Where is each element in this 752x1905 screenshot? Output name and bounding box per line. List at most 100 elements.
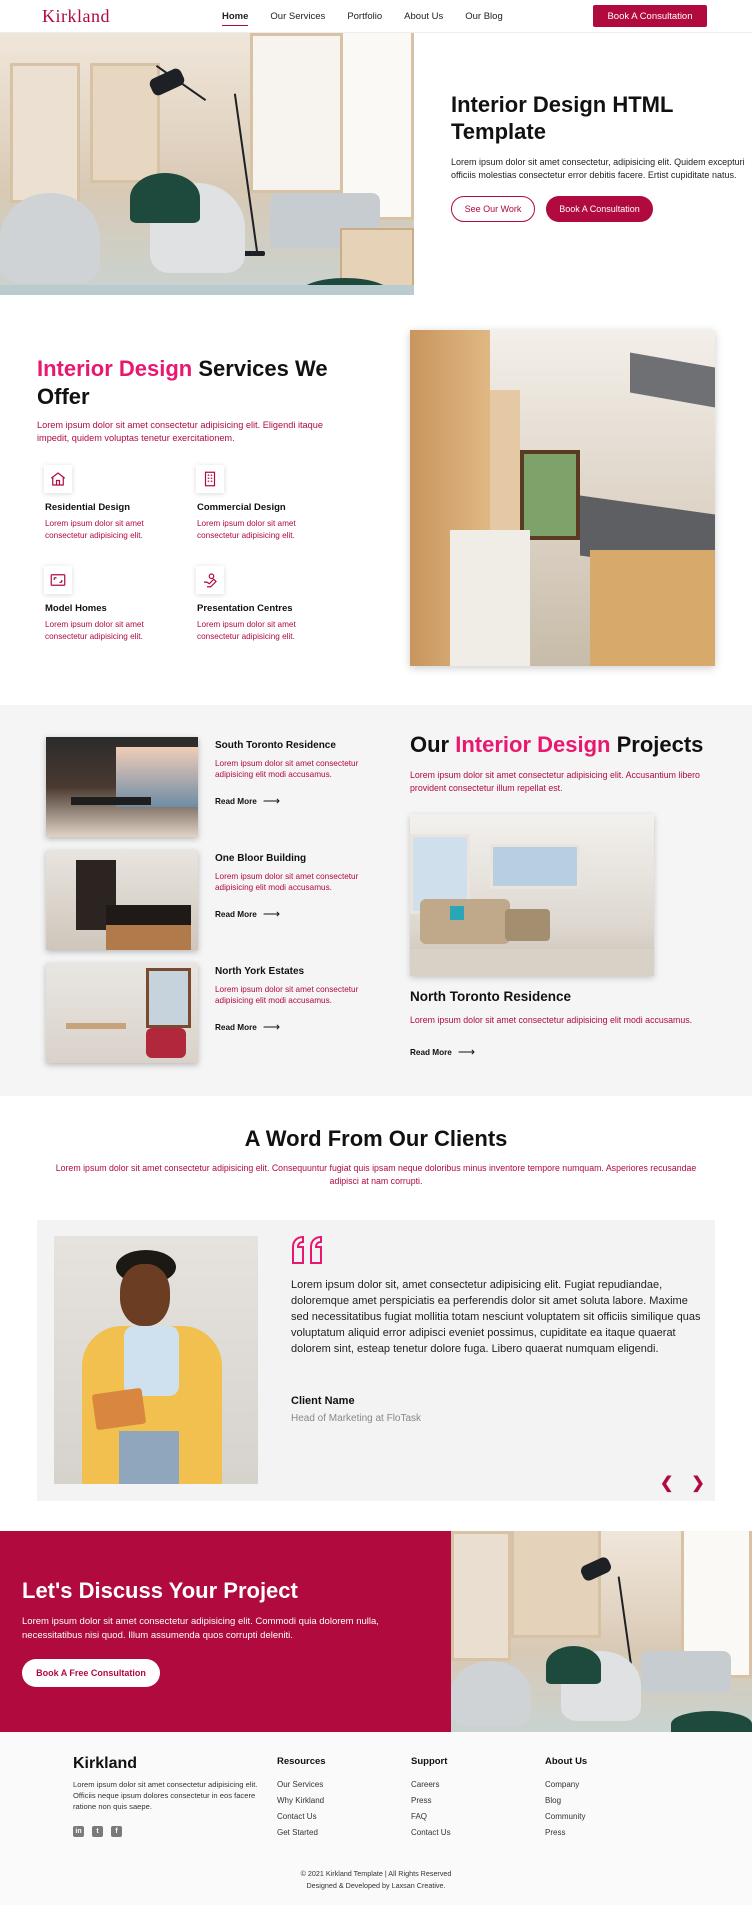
frame-icon (44, 566, 72, 594)
footer-link[interactable]: Company (545, 1777, 587, 1793)
free-consultation-button[interactable]: Book A Free Consultation (22, 1659, 160, 1687)
facebook-icon[interactable]: f (111, 1826, 122, 1837)
read-more-label: Read More (215, 796, 257, 806)
service-text: Lorem ipsum dolor sit amet consectetur a… (197, 519, 296, 540)
footer-link[interactable]: Contact Us (277, 1809, 326, 1825)
site-footer: Kirkland Lorem ipsum dolor sit amet cons… (0, 1732, 752, 1905)
project-image (46, 737, 198, 837)
client-name: Client Name (291, 1395, 355, 1407)
social-links: in t f (73, 1826, 122, 1837)
hero-book-consultation-button[interactable]: Book A Consultation (546, 196, 653, 222)
linkedin-icon[interactable]: in (73, 1826, 84, 1837)
project-card[interactable]: One Bloor Building Lorem ipsum dolor sit… (46, 850, 358, 950)
twitter-icon[interactable]: t (92, 1826, 103, 1837)
project-image (46, 850, 198, 950)
book-consultation-button[interactable]: Book A Consultation (593, 5, 707, 27)
footer-link[interactable]: FAQ (411, 1809, 451, 1825)
hero-image (0, 33, 414, 295)
read-more-label: Read More (215, 1022, 257, 1032)
read-more-link[interactable]: Read More ⟶ (215, 794, 375, 808)
footer-link[interactable]: Blog (545, 1793, 587, 1809)
main-nav: Home Our Services Portfolio About Us Our… (222, 0, 525, 33)
client-role: Head of Marketing at FloTask (291, 1413, 422, 1424)
footer-col-resources: Resources Our Services Why Kirkland Cont… (277, 1756, 326, 1841)
chevron-left-icon[interactable]: ❮ (660, 1473, 673, 1493)
copyright-text: © 2021 Kirkland Template | All Rights Re… (300, 1869, 452, 1878)
site-header: Kirkland Home Our Services Portfolio Abo… (0, 0, 752, 33)
footer-link[interactable]: Careers (411, 1777, 451, 1793)
logo[interactable]: Kirkland (42, 6, 110, 26)
services-title: Interior Design Services We Offer (37, 355, 337, 411)
footer-link[interactable]: Our Services (277, 1777, 326, 1793)
service-text: Lorem ipsum dolor sit amet consectetur a… (197, 620, 296, 641)
footer-col-support: Support Careers Press FAQ Contact Us (411, 1756, 451, 1841)
service-commercial[interactable]: Commercial Design Lorem ipsum dolor sit … (196, 465, 337, 542)
read-more-label: Read More (410, 1047, 452, 1057)
nav-portfolio[interactable]: Portfolio (347, 0, 382, 33)
hero-section: Interior Design HTML Template Lorem ipsu… (0, 33, 752, 295)
services-grid: Residential Design Lorem ipsum dolor sit… (44, 465, 345, 645)
testimonial-card: Lorem ipsum dolor sit, amet consectetur … (37, 1220, 715, 1501)
testimonials-title: A Word From Our Clients (244, 1126, 508, 1151)
footer-link[interactable]: Why Kirkland (277, 1793, 326, 1809)
featured-project-text: Lorem ipsum dolor sit amet consectetur a… (410, 1015, 693, 1025)
testimonial-quote: Lorem ipsum dolor sit, amet consectetur … (291, 1279, 701, 1355)
hero-title: Interior Design HTML Template (451, 92, 674, 144)
chevron-right-icon[interactable]: ❯ (691, 1473, 704, 1493)
services-section: Interior Design Services We Offer Lorem … (0, 295, 752, 705)
footer-col-title: About Us (545, 1756, 588, 1767)
project-image (46, 963, 198, 1063)
services-desc: Lorem ipsum dolor sit amet consectetur a… (37, 420, 323, 443)
service-title: Commercial Design (197, 502, 286, 513)
nav-home[interactable]: Home (222, 0, 249, 33)
projects-desc: Lorem ipsum dolor sit amet consectetur a… (410, 770, 700, 793)
credit-text: Designed & Developed by Laxsan Creative. (306, 1881, 446, 1890)
footer-link[interactable]: Press (545, 1825, 587, 1841)
footer-link[interactable]: Press (411, 1793, 451, 1809)
footer-link[interactable]: Get Started (277, 1825, 326, 1841)
project-text: Lorem ipsum dolor sit amet consectetur a… (215, 985, 359, 1005)
featured-read-more-link[interactable]: Read More ⟶ (410, 1045, 475, 1059)
featured-project-title: North Toronto Residence (410, 989, 572, 1004)
project-title: North York Estates (215, 966, 305, 977)
presentation-hand-icon (196, 566, 224, 594)
featured-project-image[interactable] (410, 814, 654, 976)
footer-link[interactable]: Contact Us (411, 1825, 451, 1841)
cta-text: Lorem ipsum dolor sit amet consectetur a… (22, 1616, 379, 1641)
arrow-right-icon: ⟶ (262, 907, 281, 921)
project-text: Lorem ipsum dolor sit amet consectetur a… (215, 759, 359, 779)
read-more-link[interactable]: Read More ⟶ (215, 1020, 375, 1034)
nav-about-us[interactable]: About Us (404, 0, 443, 33)
service-title: Residential Design (45, 502, 130, 513)
service-residential[interactable]: Residential Design Lorem ipsum dolor sit… (44, 465, 185, 542)
footer-link[interactable]: Community (545, 1809, 587, 1825)
projects-title-post: Projects (610, 732, 704, 757)
read-more-label: Read More (215, 909, 257, 919)
service-presentation[interactable]: Presentation Centres Lorem ipsum dolor s… (196, 566, 337, 643)
footer-desc: Lorem ipsum dolor sit amet consectetur a… (73, 1780, 258, 1811)
client-photo (54, 1236, 258, 1484)
projects-title-highlight: Interior Design (455, 732, 611, 757)
cta-panel: Let's Discuss Your Project Lorem ipsum d… (0, 1531, 451, 1732)
read-more-link[interactable]: Read More ⟶ (215, 907, 375, 921)
arrow-right-icon: ⟶ (262, 1020, 281, 1034)
hero-text: Lorem ipsum dolor sit amet consectetur, … (451, 157, 745, 180)
nav-our-services[interactable]: Our Services (270, 0, 325, 33)
footer-col-title: Resources (277, 1756, 326, 1767)
project-card[interactable]: South Toronto Residence Lorem ipsum dolo… (46, 737, 358, 837)
service-text: Lorem ipsum dolor sit amet consectetur a… (45, 620, 144, 641)
kitchen-image (410, 330, 715, 666)
cta-title: Let's Discuss Your Project (22, 1578, 298, 1603)
arrow-right-icon: ⟶ (457, 1045, 476, 1059)
see-our-work-button[interactable]: See Our Work (451, 196, 535, 222)
house-icon (44, 465, 72, 493)
service-model-homes[interactable]: Model Homes Lorem ipsum dolor sit amet c… (44, 566, 185, 643)
cta-section: Let's Discuss Your Project Lorem ipsum d… (0, 1531, 752, 1732)
project-card[interactable]: North York Estates Lorem ipsum dolor sit… (46, 963, 358, 1063)
footer-copyright: © 2021 Kirkland Template | All Rights Re… (0, 1868, 752, 1892)
project-title: South Toronto Residence (215, 740, 336, 751)
building-icon (196, 465, 224, 493)
projects-title-pre: Our (410, 732, 456, 757)
hero-content: Interior Design HTML Template Lorem ipsu… (451, 91, 746, 222)
nav-our-blog[interactable]: Our Blog (465, 0, 503, 33)
